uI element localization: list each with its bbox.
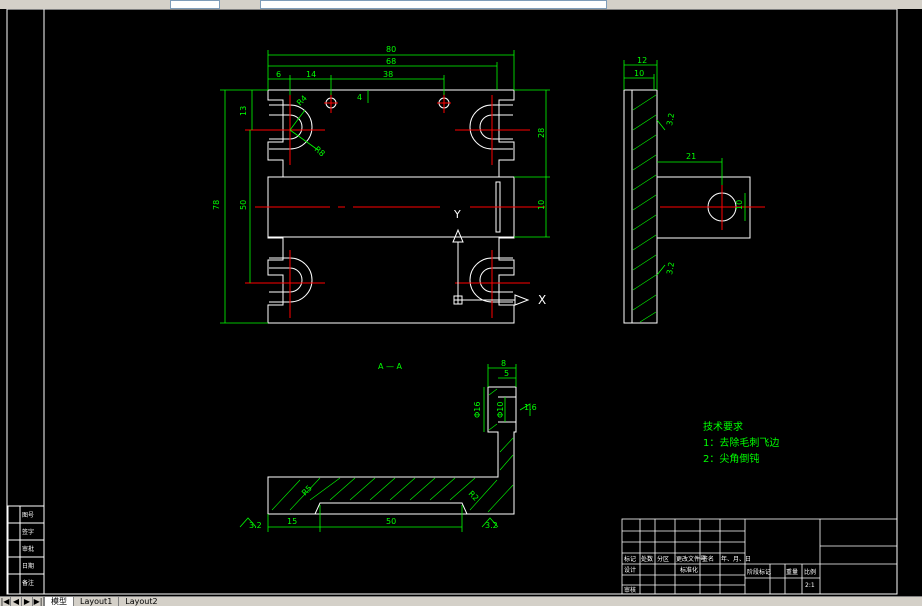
u-slot-bottom-left-inner — [269, 267, 303, 293]
section-dim-phi16: Φ16 — [473, 402, 482, 418]
dim-13: 13 — [239, 106, 248, 116]
u-slot-top-right-inner — [479, 114, 513, 140]
tech-req-item-1: 1：去除毛刺飞边 — [703, 436, 779, 449]
tb-weight: 重量 — [786, 568, 798, 576]
section-dim-8: 8 — [501, 359, 506, 368]
dim-overall-width: 80 — [386, 45, 396, 54]
top-view[interactable]: Y X 80 68 6 14 38 4 13 28 78 50 10 R4 R8 — [212, 45, 550, 324]
u-slot-bottom-right-inner — [479, 267, 513, 293]
side-view-center-lines — [660, 185, 765, 230]
tb-scale-value: 2:1 — [805, 582, 815, 589]
drawing-svg: 图号 签字 审批 日期 备注 Y X 80 68 6 14 38 4 13 28… — [6, 9, 898, 595]
left-block-row-1: 图号 — [22, 512, 34, 519]
dim-6: 6 — [276, 70, 281, 79]
tb-mark: 标记 — [624, 555, 636, 563]
side-dim-21: 21 — [686, 152, 696, 161]
section-dim-50: 50 — [386, 517, 396, 526]
section-dim-phi10: Φ10 — [496, 402, 505, 418]
ucs-x-label: X — [538, 293, 546, 307]
side-view-hatching — [632, 94, 657, 323]
section-label: A — A — [378, 362, 403, 371]
dim-r-small: R4 — [295, 94, 309, 108]
side-view-dimension-lines — [623, 60, 746, 276]
section-rough-left: 3.2 — [249, 521, 262, 530]
tb-review: 审核 — [624, 586, 636, 594]
tb-date: 年、月、日 — [721, 555, 751, 563]
dim-14: 14 — [306, 70, 316, 79]
section-rough-right: 3.2 — [485, 521, 498, 530]
dim-overall-height: 78 — [212, 200, 221, 210]
side-view[interactable]: 12 10 21 10 3.2 3.2 — [623, 56, 765, 324]
ucs-y-label: Y — [453, 208, 461, 221]
side-dim-10b: 10 — [735, 200, 744, 210]
dim-r-large: R8 — [313, 145, 327, 159]
side-dim-12: 12 — [637, 56, 647, 65]
side-rough-top: 3.2 — [665, 112, 676, 126]
section-dim-5: 5 — [504, 369, 509, 378]
tb-sign: 签名 — [702, 555, 714, 563]
tech-req-title: 技术要求 — [703, 420, 743, 433]
section-relief — [314, 502, 468, 515]
dim-10: 10 — [537, 200, 546, 210]
section-rough-16: 1.6 — [524, 403, 537, 412]
tb-count: 处数 — [641, 555, 653, 563]
outer-frame — [6, 9, 898, 595]
tech-requirements[interactable]: 技术要求 1：去除毛刺飞边 2：尖角倒钝 — [703, 420, 779, 465]
tb-standard: 标准化 — [680, 566, 698, 574]
dim-28: 28 — [537, 128, 546, 138]
dim-slot-span: 68 — [386, 57, 396, 66]
side-dim-10: 10 — [634, 69, 644, 78]
left-block-row-4: 日期 — [22, 562, 34, 570]
dim-38: 38 — [383, 70, 393, 79]
tb-zone: 分区 — [657, 555, 669, 563]
left-block-row-2: 签字 — [22, 528, 34, 536]
section-view[interactable]: 8 5 Φ16 Φ10 1.6 R5 R2 15 50 3.2 3.2 — [239, 359, 537, 532]
section-dim-15: 15 — [287, 517, 297, 526]
left-block-row-5: 备注 — [22, 579, 34, 587]
properties-dropdown[interactable] — [260, 0, 607, 9]
dim-4: 4 — [357, 93, 362, 102]
ucs-icon — [452, 228, 530, 306]
side-rough-bottom: 3.2 — [665, 261, 676, 275]
left-block-row-3: 审批 — [22, 545, 34, 553]
dim-50: 50 — [239, 200, 248, 210]
left-stamp-block: 图号 签字 审批 日期 备注 — [7, 505, 45, 595]
drawing-canvas[interactable]: 图号 签字 审批 日期 备注 Y X 80 68 6 14 38 4 13 28… — [0, 9, 922, 596]
tb-stage: 阶段标记 — [747, 568, 771, 576]
section-r5: R5 — [300, 484, 314, 498]
section-dimension-lines — [239, 364, 531, 532]
tech-req-item-2: 2：尖角倒钝 — [703, 452, 759, 465]
layer-dropdown[interactable] — [170, 0, 220, 9]
tb-scale-label: 比例 — [804, 568, 816, 576]
tb-design: 设计 — [624, 566, 636, 574]
